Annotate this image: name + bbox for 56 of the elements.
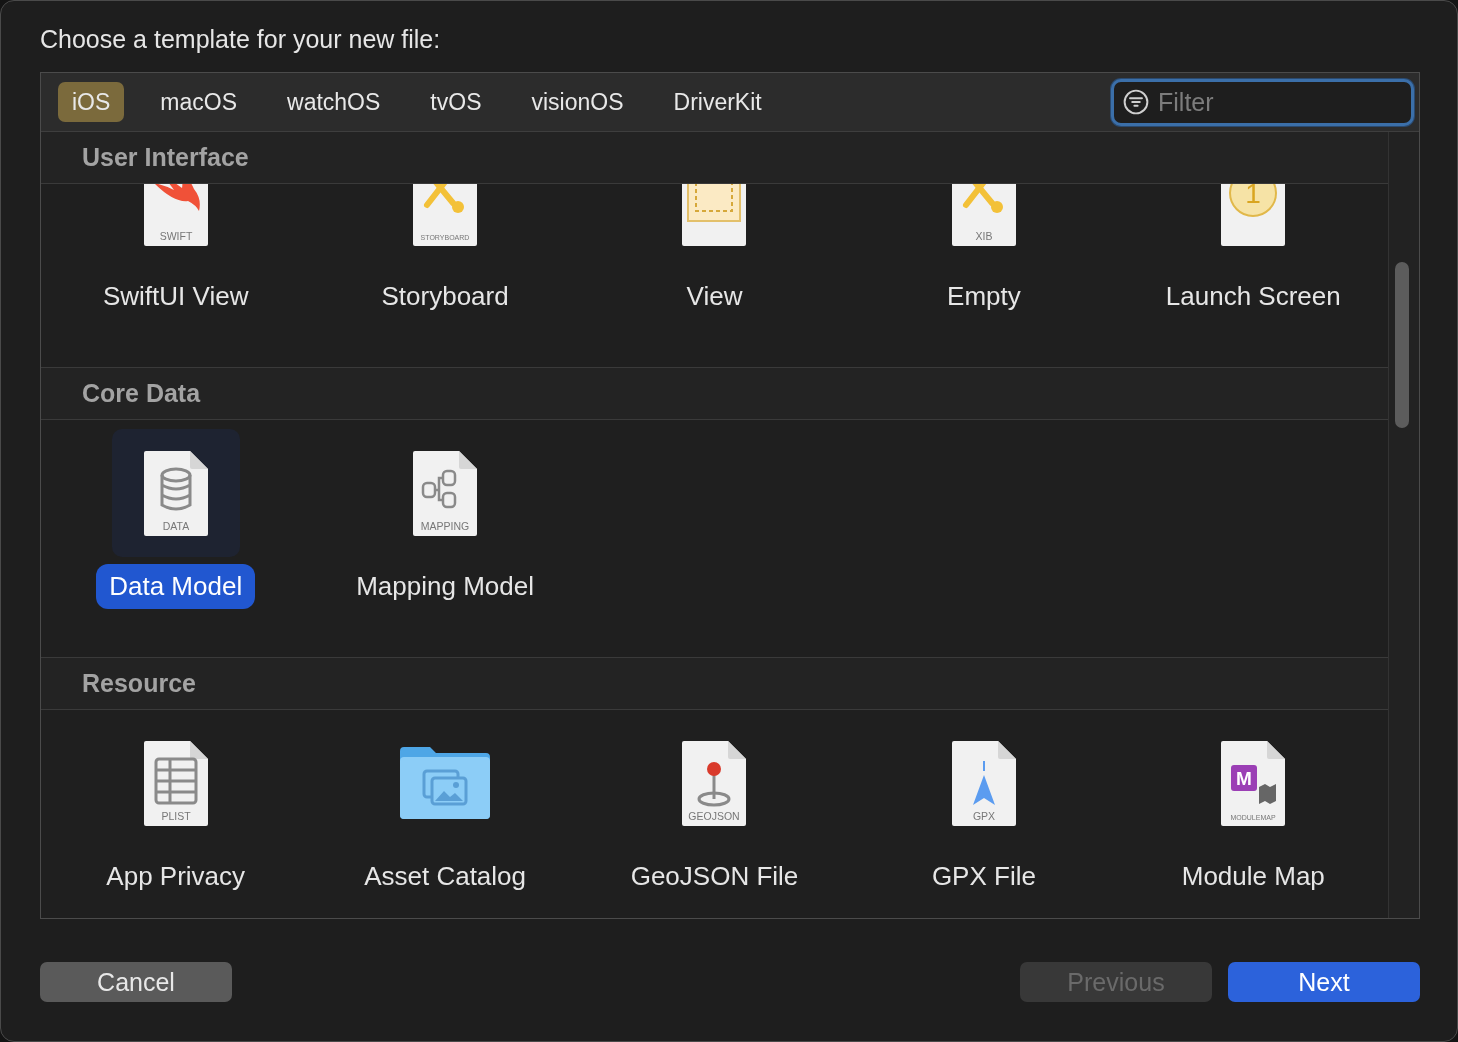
platform-tab[interactable]: visionOS bbox=[517, 82, 638, 122]
scrollbar-thumb[interactable] bbox=[1395, 262, 1409, 428]
pencil-brush-icon bbox=[422, 184, 465, 213]
template-tile[interactable]: MAPPING bbox=[381, 429, 510, 557]
section-title: Core Data bbox=[82, 379, 201, 408]
file-type-label: GEOJSON bbox=[688, 809, 741, 822]
section-title: User Interface bbox=[82, 143, 249, 172]
template-tile[interactable]: PLIST bbox=[111, 719, 240, 847]
template-name: Asset Catalog bbox=[363, 860, 528, 893]
dashed-frame-icon bbox=[687, 184, 742, 222]
template-name: SwiftUI View bbox=[101, 280, 250, 313]
dialog-button[interactable]: Cancel bbox=[40, 962, 232, 1002]
template-name: Empty bbox=[946, 280, 1022, 313]
location-pin-icon bbox=[698, 761, 731, 806]
template-name: Mapping Model bbox=[355, 570, 535, 603]
template-name: View bbox=[685, 280, 744, 313]
file-type-label: DATA bbox=[162, 519, 189, 532]
document-icon bbox=[413, 450, 478, 536]
template-tile[interactable]: DATA bbox=[111, 429, 240, 557]
folder-icon bbox=[400, 745, 491, 821]
file-type-label: GPX bbox=[972, 809, 995, 822]
platform-tab[interactable]: tvOS bbox=[416, 82, 496, 122]
filter-field[interactable]: Filter bbox=[1111, 78, 1414, 126]
pencil-brush-icon bbox=[960, 184, 1003, 213]
platform-tab[interactable]: DriverKit bbox=[659, 82, 776, 122]
file-type-label: PLIST bbox=[161, 809, 191, 822]
template-name: Launch Screen bbox=[1164, 280, 1342, 313]
file-type-label: MAPPING bbox=[420, 519, 470, 532]
database-icon bbox=[160, 467, 192, 510]
template-tile[interactable]: XIB bbox=[919, 184, 1048, 267]
mapping-diagram-icon bbox=[421, 469, 457, 508]
file-type-label: SWIFT bbox=[159, 229, 192, 242]
module-letter-icon: M bbox=[1231, 764, 1258, 791]
navigation-arrow-icon bbox=[972, 759, 995, 805]
badge-number: 1 bbox=[1245, 184, 1262, 209]
template-name: Storyboard bbox=[380, 280, 510, 313]
template-name: App Privacy bbox=[105, 860, 247, 893]
template-name: Data Model bbox=[96, 564, 256, 609]
template-name: GPX File bbox=[930, 860, 1037, 893]
dialog-button[interactable]: Next bbox=[1228, 962, 1420, 1002]
template-name: Module Map bbox=[1180, 860, 1326, 893]
file-type-label: XIB bbox=[975, 229, 993, 242]
dialog-title: Choose a template for your new file: bbox=[39, 24, 442, 55]
platform-tab[interactable]: iOS bbox=[58, 82, 125, 122]
map-icon bbox=[1259, 783, 1277, 804]
document-icon bbox=[682, 740, 747, 826]
section-title: Resource bbox=[82, 669, 196, 698]
template-tile[interactable]: GEOJSON bbox=[650, 719, 779, 847]
table-grid-icon bbox=[154, 757, 198, 804]
template-name: GeoJSON File bbox=[629, 860, 800, 893]
template-tile[interactable]: GPX bbox=[919, 719, 1048, 847]
template-tile[interactable]: SWIFT bbox=[111, 184, 240, 267]
platform-tab[interactable]: watchOS bbox=[273, 82, 395, 122]
platform-tab[interactable]: macOS bbox=[146, 82, 252, 122]
bird-icon bbox=[153, 184, 200, 211]
document-icon bbox=[951, 740, 1016, 826]
